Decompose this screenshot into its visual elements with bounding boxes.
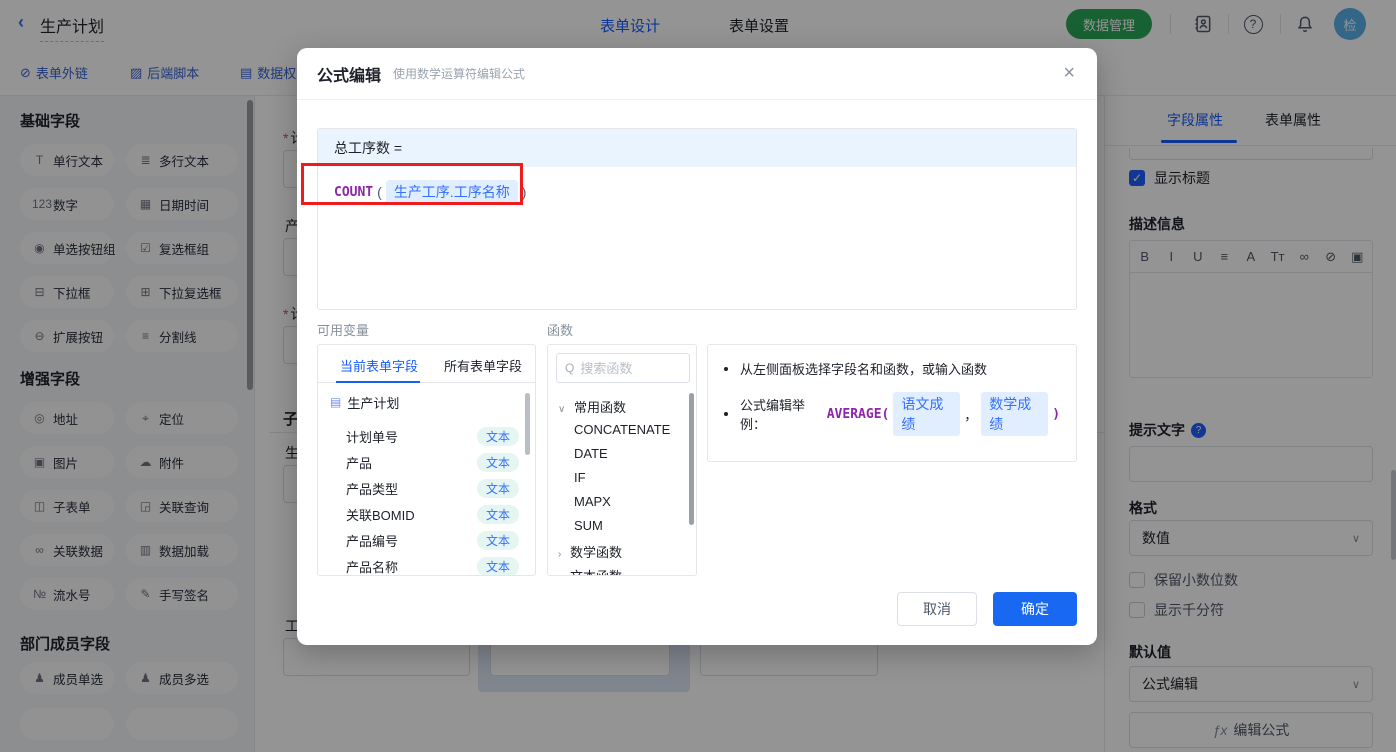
variable-name: 计划单号 bbox=[346, 429, 399, 445]
variable-row[interactable]: 关联BOMID 文本 bbox=[318, 503, 535, 525]
variable-type-badge: 文本 bbox=[476, 530, 519, 550]
function-item[interactable]: IF bbox=[574, 470, 586, 485]
bullet-icon bbox=[724, 366, 728, 371]
example-field-chip: 数学成绩 bbox=[981, 392, 1049, 436]
chevron-right-icon: › bbox=[558, 573, 561, 575]
variable-type-badge: 文本 bbox=[476, 478, 519, 498]
cancel-button[interactable]: 取消 bbox=[897, 592, 977, 626]
variables-tabs: 当前表单字段 所有表单字段 bbox=[318, 345, 535, 383]
tree-root-label: 生产计划 bbox=[347, 395, 400, 411]
formula-result-label: 总工序数 = bbox=[318, 129, 1076, 167]
comma: ， bbox=[964, 407, 978, 423]
tab-current-form-fields[interactable]: 当前表单字段 bbox=[340, 356, 418, 375]
variable-type-badge: 文本 bbox=[476, 452, 519, 472]
variable-name: 关联BOMID bbox=[346, 507, 415, 523]
bullet-icon bbox=[724, 412, 728, 416]
modal-subtitle: 使用数学运算符编辑公式 bbox=[393, 67, 526, 81]
chevron-right-icon: › bbox=[558, 549, 562, 560]
modal-header: 公式编辑 使用数学运算符编辑公式 × bbox=[297, 48, 1097, 100]
variable-type-badge: 文本 bbox=[476, 426, 519, 446]
variable-row[interactable]: 产品 文本 bbox=[318, 451, 535, 473]
functions-scrollbar[interactable] bbox=[689, 393, 694, 525]
hint-panel: 从左侧面板选择字段名和函数，或输入函数 公式编辑举例： AVERAGE( 语文成… bbox=[707, 344, 1077, 462]
function-item[interactable]: SUM bbox=[574, 518, 603, 533]
function-item[interactable]: DATE bbox=[574, 446, 608, 461]
function-search-box[interactable]: Q bbox=[556, 353, 690, 383]
variables-panel: 当前表单字段 所有表单字段 ▤ 生产计划 计划单号 文本 产品 文本 产品类型 … bbox=[317, 344, 536, 576]
app-root: ‹ 生产计划 表单设计 表单设置 数据管理 ? 检 ⊘ 表单外链 ▨ 后端脚本 … bbox=[0, 0, 1396, 752]
hint-line-1: 从左侧面板选择字段名和函数，或输入函数 bbox=[724, 359, 1060, 378]
formula-editor[interactable]: 总工序数 = COUNT ( 生产工序.工序名称 ) bbox=[317, 128, 1077, 310]
function-group-common[interactable]: ∨ 常用函数 bbox=[558, 397, 626, 416]
variable-type-badge: 文本 bbox=[476, 556, 519, 575]
close-icon[interactable]: × bbox=[1063, 63, 1075, 83]
hint-line-2: 公式编辑举例： AVERAGE( 语文成绩 ， 数学成绩 ) bbox=[724, 392, 1060, 436]
search-icon: Q bbox=[565, 361, 575, 375]
variable-row[interactable]: 产品类型 文本 bbox=[318, 477, 535, 499]
variable-row[interactable]: 产品名称 文本 bbox=[318, 555, 535, 575]
functions-panel: Q ∨ 常用函数 CONCATENATE DATE IF MAPX SUM bbox=[547, 344, 697, 576]
function-search-input[interactable] bbox=[580, 360, 671, 376]
function-item[interactable]: CONCATENATE bbox=[574, 422, 670, 437]
group-label: 文本函数 bbox=[570, 569, 622, 575]
form-file-icon: ▤ bbox=[330, 395, 342, 409]
variable-name: 产品类型 bbox=[346, 481, 399, 497]
formula-edit-modal: 公式编辑 使用数学运算符编辑公式 × 总工序数 = COUNT ( 生产工序.工… bbox=[297, 48, 1097, 645]
variable-row[interactable]: 产品编号 文本 bbox=[318, 529, 535, 551]
red-annotation-box bbox=[301, 163, 523, 205]
variables-scrollbar[interactable] bbox=[525, 393, 530, 455]
group-label: 常用函数 bbox=[573, 400, 626, 415]
variable-name: 产品编号 bbox=[346, 533, 399, 549]
functions-label: 函数 bbox=[547, 323, 574, 338]
variable-name: 产品 bbox=[346, 455, 373, 471]
variable-type-badge: 文本 bbox=[476, 504, 519, 524]
tab-all-form-fields[interactable]: 所有表单字段 bbox=[444, 356, 522, 375]
variable-name: 产品名称 bbox=[346, 559, 399, 575]
function-item[interactable]: MAPX bbox=[574, 494, 611, 509]
confirm-button[interactable]: 确定 bbox=[993, 592, 1077, 626]
variable-row[interactable]: 计划单号 文本 bbox=[318, 425, 535, 447]
chevron-down-icon: ∨ bbox=[558, 404, 566, 415]
function-group-math[interactable]: › 数学函数 bbox=[558, 542, 622, 561]
variable-tree-root[interactable]: ▤ 生产计划 bbox=[318, 391, 535, 413]
modal-title: 公式编辑 bbox=[317, 67, 382, 85]
example-function-name: AVERAGE( bbox=[826, 406, 890, 422]
active-tab-underline bbox=[336, 381, 420, 383]
function-group-text[interactable]: › 文本函数 bbox=[558, 566, 622, 575]
group-label: 数学函数 bbox=[569, 545, 622, 560]
variables-label: 可用变量 bbox=[317, 323, 370, 338]
example-field-chip: 语文成绩 bbox=[893, 392, 961, 436]
close-paren: ) bbox=[1052, 406, 1061, 422]
